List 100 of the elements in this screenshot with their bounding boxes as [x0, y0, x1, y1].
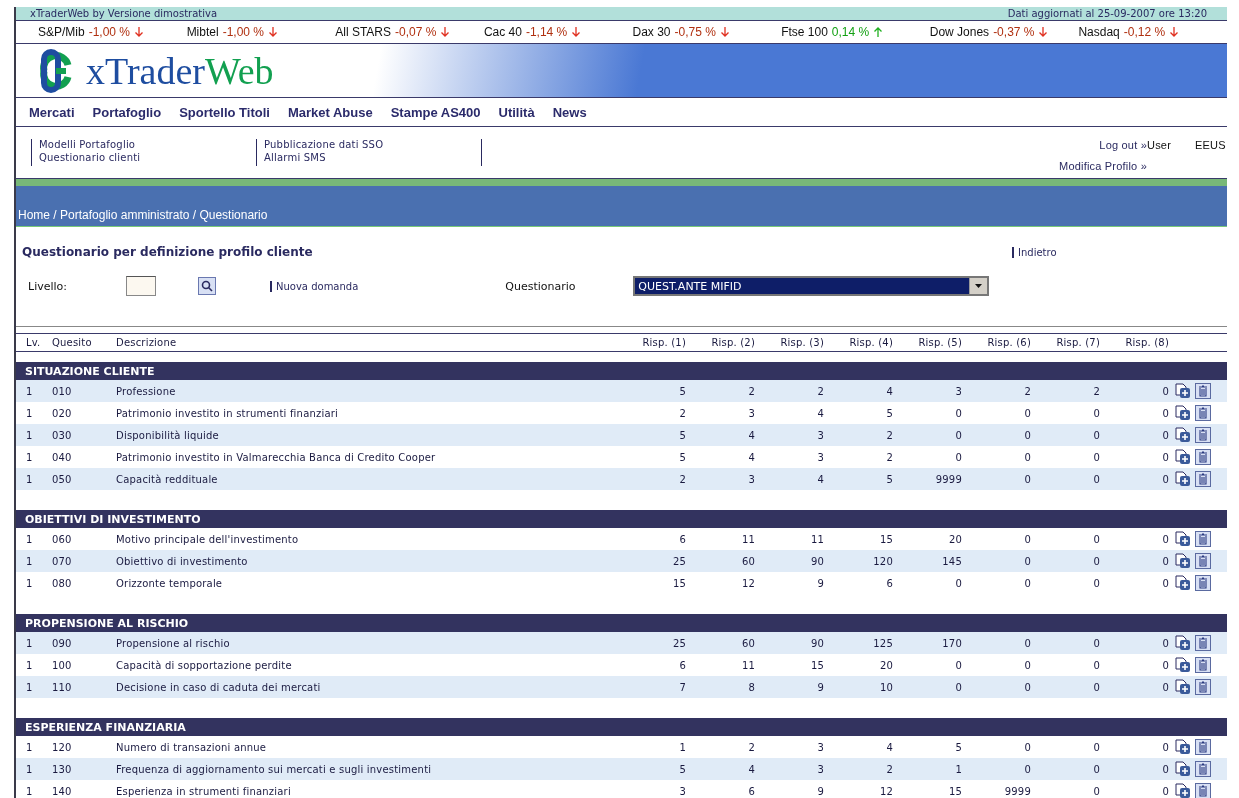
duplicate-icon[interactable]: [1175, 635, 1191, 651]
duplicate-icon[interactable]: [1175, 427, 1191, 443]
duplicate-icon[interactable]: [1175, 575, 1191, 591]
delete-icon[interactable]: [1195, 575, 1211, 591]
update-timestamp: Dati aggiornati al 25-09-2007 ore 13:20: [1007, 8, 1207, 19]
table-cell-text: 0: [1092, 472, 1100, 487]
table-cell-text: 4: [885, 384, 893, 399]
duplicate-icon[interactable]: [1175, 531, 1191, 547]
index-change: -1,00 %: [222, 25, 264, 39]
nav-link[interactable]: Portafoglio: [92, 104, 162, 120]
table-cell-text: 0: [1023, 762, 1031, 777]
new-question-link[interactable]: Nuova domanda: [270, 280, 359, 292]
delete-icon[interactable]: [1195, 405, 1211, 421]
delete-icon[interactable]: [1195, 635, 1211, 651]
duplicate-icon[interactable]: [1175, 471, 1191, 487]
submenu-link[interactable]: Allarmi SMS: [264, 152, 481, 163]
duplicate-icon[interactable]: [1175, 383, 1191, 399]
table-cell-text: 60: [740, 554, 755, 569]
table-cell-text: 1: [954, 762, 962, 777]
delete-icon[interactable]: [1195, 471, 1211, 487]
delete-icon[interactable]: [1195, 679, 1211, 695]
table-cell-text: Capacità reddituale: [116, 472, 219, 487]
table-cell-text: 2: [678, 472, 686, 487]
table-cell-text: Obiettivo di investimento: [116, 554, 249, 569]
index-change: 0,14 %: [831, 25, 870, 39]
search-button[interactable]: [198, 277, 216, 295]
table-cell-text: 5: [885, 472, 893, 487]
table-cell-text: 0: [1161, 554, 1169, 569]
profile-link[interactable]: Modifica Profilo »: [1059, 159, 1147, 172]
submenu-link[interactable]: Modelli Portafoglio: [39, 139, 256, 150]
nav-link[interactable]: Sportello Titoli: [179, 104, 270, 120]
nav-link[interactable]: Utilità: [498, 104, 535, 120]
index-name: All STARS: [335, 25, 392, 39]
nav-link[interactable]: Stampe AS400: [390, 104, 481, 120]
column-header: Risp. (5): [917, 336, 962, 350]
table-cell-text: 0: [1092, 428, 1100, 443]
nav-link[interactable]: News: [552, 104, 587, 120]
table-cell-text: Patrimonio investito in Valmarecchia Banca di Credito Cooper: [116, 450, 437, 465]
table-cell-text: Capacità di sopportazione perdite: [116, 658, 293, 673]
table-cell-text: 9: [816, 784, 824, 798]
table-cell-text: 1: [26, 428, 34, 443]
table-cell-text: 9: [816, 680, 824, 695]
table-cell-text: 070: [52, 554, 73, 569]
table-cell-text: 0: [1161, 762, 1169, 777]
table-cell-text: 0: [1161, 740, 1169, 755]
table-cell-text: 050: [52, 472, 73, 487]
column-header: Descrizione: [116, 336, 178, 350]
table-cell-text: 3: [816, 450, 824, 465]
table-cell-text: 6: [747, 784, 755, 798]
back-link[interactable]: Indietro: [1012, 246, 1057, 258]
table-cell-text: 15: [947, 784, 962, 798]
duplicate-icon[interactable]: [1175, 657, 1191, 673]
delete-icon[interactable]: [1195, 383, 1211, 399]
duplicate-icon[interactable]: [1175, 739, 1191, 755]
table-cell-text: 080: [52, 576, 73, 591]
duplicate-icon[interactable]: [1175, 449, 1191, 465]
table-cell-text: 4: [747, 450, 755, 465]
duplicate-icon[interactable]: [1175, 679, 1191, 695]
table-cell-text: 6: [678, 658, 686, 673]
table-cell-text: 15: [671, 576, 686, 591]
table-cell-text: 0: [954, 576, 962, 591]
table-cell-text: 15: [878, 532, 893, 547]
table-cell-text: 0: [1161, 532, 1169, 547]
nav-link[interactable]: Market Abuse: [287, 104, 373, 120]
table-cell-text: 1: [678, 740, 686, 755]
breadcrumb: Home / Portafoglio amministrato / Questionario: [18, 208, 268, 222]
table-cell-text: 0: [1023, 636, 1031, 651]
table-cell-text: 0: [1023, 428, 1031, 443]
table-cell-text: 90: [809, 554, 824, 569]
delete-icon[interactable]: [1195, 761, 1211, 777]
submenu-link[interactable]: Pubblicazione dati SSO: [264, 139, 481, 150]
table-cell-text: 0: [1023, 740, 1031, 755]
table-cell-text: 100: [52, 658, 73, 673]
table-cell-text: 0: [1092, 576, 1100, 591]
table-cell-text: 5: [678, 428, 686, 443]
submenu-link[interactable]: Questionario clienti: [39, 152, 256, 163]
delete-icon[interactable]: [1195, 427, 1211, 443]
table-cell-text: 1: [26, 740, 34, 755]
column-header: Risp. (3): [779, 336, 824, 350]
duplicate-icon[interactable]: [1175, 761, 1191, 777]
table-cell-text: 12: [740, 576, 755, 591]
table-cell-text: 9999: [1003, 784, 1031, 798]
table-cell-text: 10: [878, 680, 893, 695]
table-cell-text: 8: [747, 680, 755, 695]
delete-icon[interactable]: [1195, 657, 1211, 673]
delete-icon[interactable]: [1195, 531, 1211, 547]
table-cell-text: Esperienza in strumenti finanziari: [116, 784, 292, 798]
duplicate-icon[interactable]: [1175, 405, 1191, 421]
logout-link[interactable]: Log out »: [1099, 139, 1147, 151]
nav-link[interactable]: Mercati: [29, 104, 75, 120]
delete-icon[interactable]: [1195, 449, 1211, 465]
delete-icon[interactable]: [1195, 783, 1211, 798]
table-cell-text: 0: [1161, 576, 1169, 591]
duplicate-icon[interactable]: [1175, 783, 1191, 798]
delete-icon[interactable]: [1195, 553, 1211, 569]
duplicate-icon[interactable]: [1175, 553, 1191, 569]
level-input-field[interactable]: [126, 276, 156, 296]
questionnaire-select[interactable]: QUEST.ANTE MIFID: [633, 276, 990, 296]
table-cell-text: 0: [1092, 680, 1100, 695]
delete-icon[interactable]: [1195, 739, 1211, 755]
